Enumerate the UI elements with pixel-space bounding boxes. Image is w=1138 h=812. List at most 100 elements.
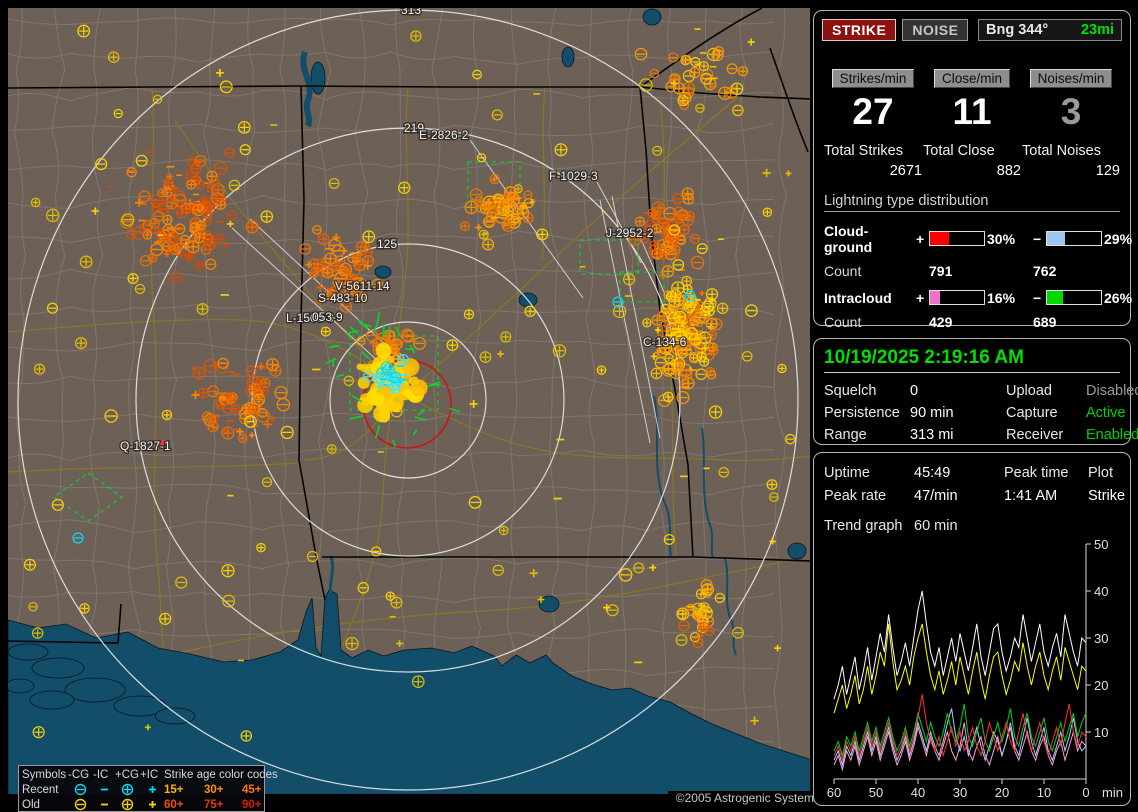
- total-noises-value: 129: [1022, 163, 1120, 179]
- strikes-per-min-value: 27: [824, 92, 922, 133]
- storm-cell-label: J-2952-2: [606, 226, 654, 240]
- storm-cell-label: E-2826-2: [419, 128, 469, 142]
- cg-plus-count: 791: [929, 263, 1033, 279]
- count-label: Count: [824, 263, 916, 279]
- map-canvas[interactable]: 125219313E-2826-2F-1029-3J-2952-2V-5611-…: [8, 8, 810, 794]
- legend-age-15+: 15+: [164, 784, 204, 796]
- stats-panel: STRIKE NOISE Bng 344° 23mi Strikes/min 2…: [813, 10, 1131, 326]
- intracloud-count-row: Count 429 689: [824, 314, 1120, 330]
- trend-y-tick: 40: [1094, 584, 1108, 599]
- total-close-label: Total Close: [923, 143, 1021, 159]
- cg-plus-pct: 30%: [987, 231, 1033, 247]
- session-panel: Uptime 45:49 Peak time Plot Peak rate 47…: [813, 452, 1131, 806]
- legend-cplus-icon: [115, 798, 140, 811]
- noises-column: Noises/min 3 Total Noises 129: [1022, 69, 1120, 179]
- peak-rate-value: 47/min: [914, 488, 1004, 504]
- trend-series-yellow: [834, 624, 1086, 713]
- close-per-min-value: 11: [923, 92, 1021, 133]
- bearing-display: Bng 344° 23mi: [978, 19, 1122, 41]
- peak-rate-label: Peak rate: [824, 488, 914, 504]
- cg-plus-bar: [929, 231, 985, 246]
- close-column: Close/min 11 Total Close 882: [923, 69, 1021, 179]
- trend-x-tick: 20: [995, 785, 1009, 800]
- trend-x-unit: min: [1102, 785, 1123, 800]
- plot-label: Plot: [1088, 465, 1125, 481]
- trend-window-value: 60 min: [914, 518, 1120, 534]
- legend-col-+IC: +IC: [140, 769, 164, 781]
- cloud-ground-label: Cloud-ground: [824, 223, 916, 255]
- intracloud-row: Intracloud + 16% − 26%: [824, 290, 1120, 306]
- legend-row-label: Recent: [22, 784, 68, 796]
- total-strikes-label: Total Strikes: [824, 143, 922, 159]
- legend-col--IC: -IC: [93, 769, 115, 781]
- persistence-value: 90 min: [910, 405, 1006, 421]
- cg-minus-bar: [1046, 231, 1102, 246]
- total-close-value: 882: [923, 163, 1021, 179]
- capture-value: Active: [1086, 405, 1138, 421]
- legend-cplus-icon: [115, 783, 140, 796]
- cloud-ground-row: Cloud-ground + 30% − 29%: [824, 223, 1120, 255]
- ic-plus-bar: [929, 290, 985, 305]
- plot-mode-value: Strike: [1088, 488, 1125, 504]
- map-legend: Symbols-CG-IC+CG+ICStrike age color code…: [18, 765, 265, 812]
- trend-y-tick: 50: [1094, 537, 1108, 552]
- legend-symbols-header: Symbols: [22, 769, 68, 781]
- upload-label: Upload: [1006, 383, 1086, 399]
- mode-button-row: STRIKE NOISE Bng 344° 23mi: [814, 11, 1130, 41]
- strikes-column: Strikes/min 27 Total Strikes 2671: [824, 69, 922, 179]
- legend-plus-icon: [140, 798, 164, 811]
- minus-sign: −: [1033, 231, 1046, 247]
- noises-per-min-value: 3: [1022, 92, 1120, 133]
- legend-minus-icon: [93, 783, 115, 796]
- uptime-label: Uptime: [824, 465, 914, 481]
- legend-age-45+: 45+: [242, 784, 278, 796]
- status-panel: 10/19/2025 2:19:16 AM Squelch 0 Upload D…: [813, 338, 1131, 445]
- noise-button[interactable]: NOISE: [902, 19, 968, 41]
- receiver-label: Receiver: [1006, 427, 1086, 443]
- cg-minus-count: 762: [1033, 263, 1120, 279]
- cloud-ground-count-row: Count 791 762: [824, 263, 1120, 279]
- plus-sign: +: [916, 290, 929, 306]
- trend-y-tick: 10: [1094, 725, 1108, 740]
- count-label: Count: [824, 314, 916, 330]
- legend-minus-icon: [93, 798, 115, 811]
- legend-age-75+: 75+: [204, 799, 242, 811]
- trend-x-tick: 50: [869, 785, 883, 800]
- intracloud-label: Intracloud: [824, 290, 916, 306]
- capture-label: Capture: [1006, 405, 1086, 421]
- noises-per-min-tab: Noises/min: [1030, 69, 1113, 88]
- receiver-value: Enabled: [1086, 427, 1138, 443]
- ring-distance-label: 125: [377, 237, 397, 251]
- ic-minus-pct: 26%: [1104, 290, 1132, 306]
- storm-cell-label: C-134-6: [643, 335, 687, 349]
- persistence-label: Persistence: [824, 405, 910, 421]
- distribution-title: Lightning type distribution: [824, 193, 1120, 212]
- trend-x-tick: 0: [1082, 785, 1089, 800]
- status-grid: Squelch 0 Upload Disabled Persistence 90…: [824, 383, 1120, 443]
- legend-age-60+: 60+: [164, 799, 204, 811]
- storm-cell-label: 053-9: [312, 310, 343, 324]
- ic-minus-bar: [1046, 290, 1102, 305]
- ic-plus-count: 429: [929, 314, 1033, 330]
- bearing-distance: 23mi: [1081, 22, 1114, 38]
- legend-col--CG: -CG: [68, 769, 93, 781]
- trend-x-tick: 10: [1037, 785, 1051, 800]
- squelch-value: 0: [910, 383, 1006, 399]
- plus-sign: +: [916, 231, 929, 247]
- legend-row-label: Old: [22, 799, 68, 811]
- range-value: 313 mi: [910, 427, 1006, 443]
- strike-button[interactable]: STRIKE: [822, 19, 896, 41]
- trend-y-tick: 30: [1094, 631, 1108, 646]
- range-label: Range: [824, 427, 910, 443]
- legend-cminus-icon: [68, 783, 93, 796]
- peak-time-value: 1:41 AM: [1004, 488, 1088, 504]
- ic-minus-count: 689: [1033, 314, 1120, 330]
- total-strikes-value: 2671: [824, 163, 922, 179]
- lightning-map[interactable]: 125219313E-2826-2F-1029-3J-2952-2V-5611-…: [8, 8, 810, 794]
- legend-plus-icon: [140, 783, 164, 796]
- storm-cell-label: S-483-10: [318, 291, 368, 305]
- squelch-label: Squelch: [824, 383, 910, 399]
- bearing-label: Bng 344°: [986, 22, 1048, 38]
- copyright-text: ©2005 Astrogenic Systems: [668, 791, 822, 808]
- trend-x-tick: 40: [911, 785, 925, 800]
